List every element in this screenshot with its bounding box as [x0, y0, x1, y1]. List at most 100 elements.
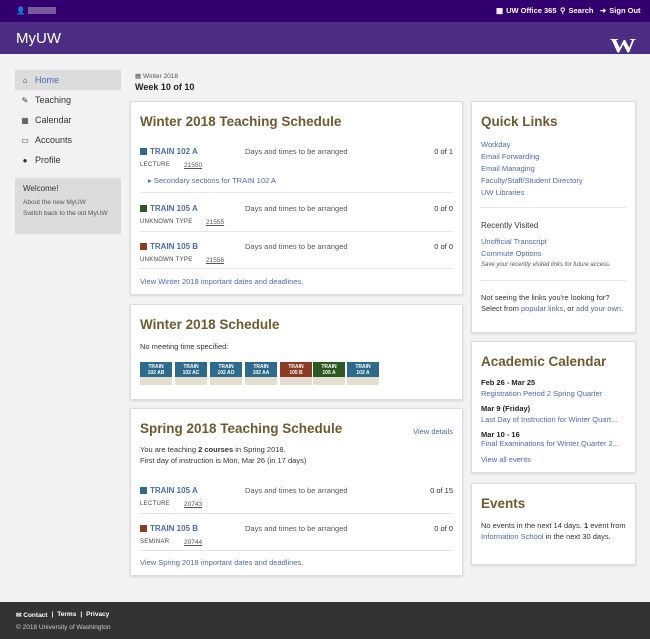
- course-row: TRAIN 105 A Days and times to be arrange…: [140, 204, 453, 234]
- block-line: 105 A: [322, 370, 336, 376]
- welcome-title: Welcome!: [23, 184, 59, 193]
- section-type: LECTURE: [140, 162, 171, 168]
- card-title: Events: [481, 496, 526, 511]
- course-link[interactable]: TRAIN 105 A: [140, 204, 198, 213]
- recent-link[interactable]: Unofficial Transcript: [481, 237, 547, 246]
- spring-teaching-card: Spring 2018 Teaching Schedule View detai…: [130, 408, 463, 576]
- add-your-own-link[interactable]: add your own: [576, 304, 621, 313]
- schedule-block[interactable]: TRAIN 102 AC: [175, 362, 207, 385]
- nav-profile[interactable]: ● Profile: [15, 150, 121, 170]
- event-date: Mar 9 (Friday): [481, 404, 531, 413]
- section-type: UNKNOWN TYPE: [140, 257, 193, 263]
- teaching-summary: You are teaching 2 courses in Spring 201…: [140, 445, 286, 454]
- divider: [140, 550, 453, 551]
- uw-logo[interactable]: W: [610, 35, 636, 58]
- course-link[interactable]: TRAIN 105 B: [140, 524, 198, 533]
- search-icon: ⚲: [560, 6, 566, 15]
- signout-label: Sign Out: [609, 6, 641, 15]
- quick-link[interactable]: Email Managing: [481, 164, 535, 173]
- not-seeing-text: Not seeing the links you're looking for?…: [481, 292, 629, 314]
- enrollment: 0 of 15: [430, 486, 453, 495]
- nav-accounts[interactable]: ▭ Accounts: [15, 130, 121, 150]
- header: MyUW W: [0, 22, 650, 57]
- course-color-swatch: [140, 525, 147, 532]
- event-link[interactable]: Registration Period 2 Spring Quarter: [481, 389, 602, 398]
- nav-teaching[interactable]: ✎ Teaching: [15, 90, 121, 110]
- schedule-block[interactable]: TRAIN 102 AA: [245, 362, 277, 385]
- sln-link[interactable]: 20744: [184, 539, 202, 546]
- search-link[interactable]: ⚲ Search: [560, 6, 594, 15]
- nav-home[interactable]: ⌂ Home: [15, 70, 121, 90]
- course-color-swatch: [140, 243, 147, 250]
- text: Select from: [481, 304, 522, 313]
- term-week: Week 10 of 10: [135, 82, 195, 92]
- schedule-block[interactable]: TRAIN 102 A: [347, 362, 379, 385]
- text: Not seeing the links you're looking for?: [481, 293, 610, 302]
- recent-link[interactable]: Commute Options: [481, 249, 541, 258]
- enrollment: 0 of 1: [434, 147, 453, 156]
- course-name: TRAIN 105 A: [150, 486, 198, 495]
- user-icon: ●: [22, 155, 28, 165]
- quick-link[interactable]: Faculty/Staff/Student Directory: [481, 176, 583, 185]
- text: , or: [563, 304, 577, 313]
- schedule-block[interactable]: TRAIN 102 AO: [210, 362, 242, 385]
- schedule-block[interactable]: TRAIN 102 AB: [140, 362, 172, 385]
- meeting-days: Days and times to be arranged: [245, 204, 348, 213]
- secondary-label: Secondary sections for TRAIN 102 A: [153, 176, 276, 185]
- section-type: SEMINAR: [140, 539, 170, 545]
- credit-card-icon: ▭: [21, 135, 29, 145]
- term-label: ▦ Winter 2018: [135, 72, 178, 80]
- enrollment: 0 of 0: [434, 242, 453, 251]
- nav-label: Profile: [35, 155, 61, 165]
- event-link[interactable]: Final Examinations for Winter Quarter 2.…: [481, 439, 631, 448]
- windows-icon: ▦: [496, 6, 504, 15]
- block-label: TRAIN 102 AA: [245, 362, 277, 377]
- sln-link[interactable]: 21555: [206, 219, 224, 226]
- block-line: 102 A: [356, 370, 370, 376]
- schedule-block[interactable]: TRAIN 105 A: [313, 362, 345, 385]
- office365-link[interactable]: ▦ UW Office 365: [496, 6, 557, 15]
- about-new-myuw-link[interactable]: About the new MyUW: [23, 199, 113, 206]
- sln-link[interactable]: 21550: [184, 162, 202, 169]
- secondary-sections-toggle[interactable]: ▸ Secondary sections for TRAIN 102 A: [148, 176, 276, 185]
- schedule-block[interactable]: TRAIN 105 B: [280, 362, 312, 385]
- switch-old-myuw-link[interactable]: Switch back to the old MyUW: [23, 210, 113, 217]
- course-link[interactable]: TRAIN 102 A: [140, 147, 198, 156]
- meeting-days: Days and times to be arranged: [245, 486, 348, 495]
- quick-link[interactable]: Workday: [481, 140, 510, 149]
- popular-links-link[interactable]: popular links: [521, 304, 563, 313]
- spring-dates-link[interactable]: View Spring 2018 important dates and dea…: [140, 558, 303, 567]
- view-details-link[interactable]: View details: [413, 427, 453, 436]
- office365-label: UW Office 365: [506, 6, 557, 15]
- summary-text: in Spring 2018.: [233, 445, 286, 454]
- quick-link[interactable]: UW Libraries: [481, 188, 524, 197]
- enrollment: 0 of 0: [434, 204, 453, 213]
- card-title: Winter 2018 Schedule: [140, 317, 280, 332]
- winter-dates-link[interactable]: View Winter 2018 important dates and dea…: [140, 277, 303, 286]
- block-line: 102 AC: [182, 370, 200, 376]
- sln-link[interactable]: 21556: [206, 257, 224, 264]
- nav-label: Home: [35, 75, 60, 85]
- divider: [140, 268, 453, 269]
- event-link[interactable]: Last Day of Instruction for Winter Quart…: [481, 415, 631, 424]
- signout-link[interactable]: ➜ Sign Out: [600, 6, 641, 15]
- privacy-link[interactable]: Privacy: [86, 611, 109, 619]
- view-all-events-link[interactable]: View all events: [481, 455, 531, 464]
- divider: [140, 231, 453, 232]
- terms-link[interactable]: Terms: [57, 611, 76, 619]
- information-school-link[interactable]: Information School: [481, 532, 544, 541]
- course-link[interactable]: TRAIN 105 B: [140, 242, 198, 251]
- divider: [140, 513, 453, 514]
- user-menu[interactable]: 👤: [16, 6, 57, 15]
- course-name: TRAIN 105 B: [150, 524, 199, 533]
- calendar-icon: ▦: [21, 115, 29, 125]
- block-line: 102 AB: [147, 370, 165, 376]
- brand-link[interactable]: MyUW: [16, 30, 61, 47]
- card-title: Spring 2018 Teaching Schedule: [140, 421, 343, 436]
- card-title: Academic Calendar: [481, 354, 607, 369]
- nav-calendar[interactable]: ▦ Calendar: [15, 110, 121, 130]
- course-link[interactable]: TRAIN 105 A: [140, 486, 198, 495]
- sln-link[interactable]: 20743: [184, 501, 202, 508]
- quick-link[interactable]: Email Forwarding: [481, 152, 539, 161]
- contact-link[interactable]: ✉ Contact: [16, 611, 47, 619]
